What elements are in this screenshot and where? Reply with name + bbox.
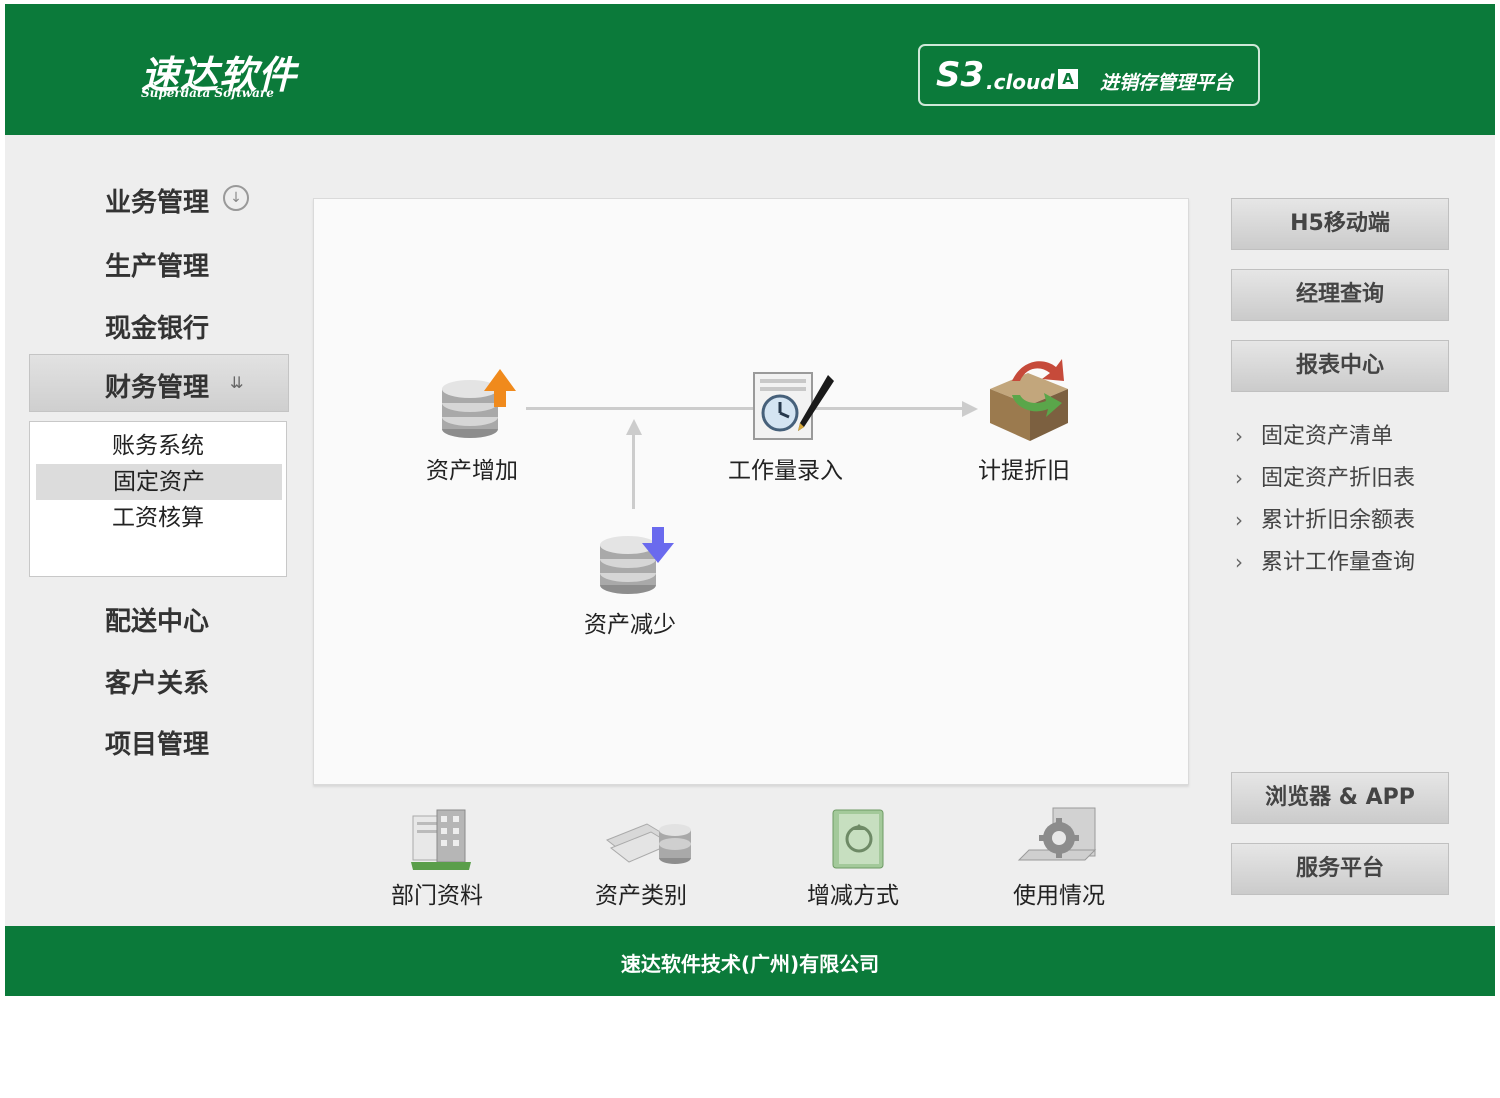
nav-item-production[interactable]: 生产管理 <box>105 246 209 283</box>
h5-mobile-button[interactable]: H5移动端 <box>1231 198 1449 250</box>
chevron-double-down-icon[interactable]: ↓ <box>223 185 249 211</box>
browser-app-button[interactable]: 浏览器 & APP <box>1231 772 1449 824</box>
change-method-book-icon[interactable] <box>829 806 889 872</box>
shortcut-change-method[interactable]: 增减方式 <box>807 876 899 910</box>
nav-item-cash-bank[interactable]: 现金银行 <box>105 308 209 345</box>
shortcut-asset-category[interactable]: 资产类别 <box>595 876 687 910</box>
report-link-accumulated-balance[interactable]: › 累计折旧余额表 <box>1235 502 1415 534</box>
product-brand-box: S3 .cloud A 进销存管理平台 <box>918 44 1260 106</box>
chevron-right-icon: › <box>1235 466 1243 490</box>
app-window: 速达软件 Superdata Software S3 .cloud A 进销存管… <box>5 4 1495 996</box>
brand-subtitle: 进销存管理平台 <box>1100 72 1234 94</box>
submenu-item-accounting[interactable]: 账务系统 <box>30 428 286 464</box>
department-building-icon[interactable] <box>409 806 473 872</box>
document-clock-pen-icon[interactable] <box>748 369 834 445</box>
arrow-up-icon <box>626 419 642 435</box>
report-center-button[interactable]: 报表中心 <box>1231 340 1449 392</box>
header-bar: 速达软件 Superdata Software S3 .cloud A 进销存管… <box>5 4 1495 135</box>
brand-s3: S3 <box>936 55 985 95</box>
nav-item-finance-label: 财务管理 <box>105 373 210 403</box>
report-link-workload-query[interactable]: › 累计工作量查询 <box>1235 544 1415 576</box>
report-link-label: 固定资产清单 <box>1261 424 1394 449</box>
arrow-right-icon <box>962 401 978 417</box>
shortcut-department[interactable]: 部门资料 <box>391 876 483 910</box>
report-link-label: 固定资产折旧表 <box>1261 466 1416 491</box>
nav-item-business[interactable]: 业务管理 <box>105 182 209 219</box>
report-link-label: 累计工作量查询 <box>1261 550 1416 575</box>
finance-submenu: 账务系统 固定资产 工资核算 <box>29 421 287 577</box>
nav-item-projects[interactable]: 项目管理 <box>105 724 209 761</box>
footer-bar: 速达软件技术(广州)有限公司 <box>5 926 1495 996</box>
flow-connector-vertical <box>632 431 635 509</box>
shortcut-usage[interactable]: 使用情况 <box>1013 876 1105 910</box>
nav-item-distribution[interactable]: 配送中心 <box>105 601 209 638</box>
chevron-right-icon: › <box>1235 550 1243 574</box>
report-link-depreciation-table[interactable]: › 固定资产折旧表 <box>1235 460 1415 492</box>
asset-category-stack-icon[interactable] <box>603 810 695 872</box>
node-depreciation[interactable]: 计提折旧 <box>978 451 1070 485</box>
flow-connector <box>526 407 966 410</box>
node-workload-entry[interactable]: 工作量录入 <box>728 451 843 485</box>
brand-cloud: .cloud <box>986 70 1055 94</box>
logo-english: Superdata Software <box>141 86 274 100</box>
submenu-item-payroll[interactable]: 工资核算 <box>30 500 286 536</box>
node-asset-add[interactable]: 资产增加 <box>426 451 518 485</box>
box-recycle-icon[interactable] <box>982 351 1074 443</box>
usage-gear-icon[interactable] <box>1015 804 1099 872</box>
nav-item-crm[interactable]: 客户关系 <box>105 663 209 700</box>
node-asset-reduce[interactable]: 资产减少 <box>584 605 676 639</box>
manager-query-button[interactable]: 经理查询 <box>1231 269 1449 321</box>
workflow-panel: 资产增加 工作量录入 计提折旧 资产减少 <box>313 198 1189 785</box>
report-link-asset-list[interactable]: › 固定资产清单 <box>1235 418 1393 450</box>
chevron-right-icon: › <box>1235 508 1243 532</box>
brand-badge: A <box>1058 69 1078 89</box>
chevron-double-down-icon: ⇊ <box>230 373 244 392</box>
chevron-right-icon: › <box>1235 424 1243 448</box>
nav-item-finance[interactable]: 财务管理 ⇊ <box>29 354 289 412</box>
coin-stack-up-icon[interactable] <box>438 367 518 442</box>
service-platform-button[interactable]: 服务平台 <box>1231 843 1449 895</box>
footer-company: 速达软件技术(广州)有限公司 <box>620 952 880 976</box>
report-link-label: 累计折旧余额表 <box>1261 508 1416 533</box>
coin-stack-down-icon[interactable] <box>596 523 676 598</box>
submenu-item-fixed-assets[interactable]: 固定资产 <box>36 464 282 500</box>
